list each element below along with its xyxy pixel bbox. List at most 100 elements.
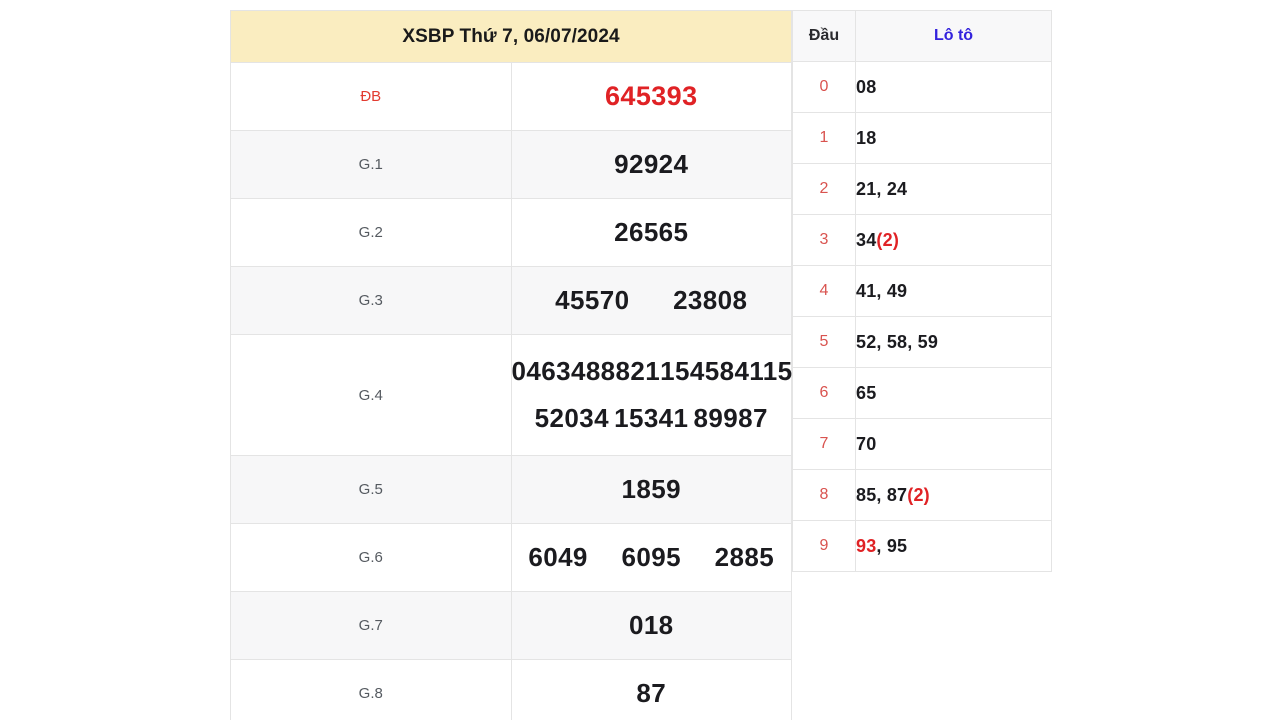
lottery-results-page: XSBP Thứ 7, 06/07/2024 ĐB 645393 G.1 92924 G… bbox=[0, 0, 1280, 720]
prize-number: 23808 bbox=[673, 285, 748, 315]
loto-values-cell: 34(2) bbox=[855, 214, 1052, 266]
prize-number: 645393 bbox=[605, 81, 698, 111]
prize-row: ĐB 645393 bbox=[230, 62, 792, 131]
loto-values-cell: 18 bbox=[855, 112, 1052, 164]
prize-numbers-cell: 26565 bbox=[510, 198, 792, 267]
loto-row: 8 85, 87(2) bbox=[792, 469, 1052, 521]
loto-separator: , bbox=[876, 331, 887, 352]
prize-numbers-cell: 87 bbox=[510, 659, 792, 720]
prize-number: 88821 bbox=[585, 356, 661, 386]
prize-label: G.7 bbox=[230, 591, 512, 660]
loto-number: 21 bbox=[856, 178, 877, 199]
loto-number: 59 bbox=[917, 331, 939, 352]
prize-number: 2885 bbox=[714, 542, 775, 572]
prize-number: 52034 bbox=[534, 403, 609, 433]
prize-row: G.6 6049 6095 2885 bbox=[230, 523, 792, 592]
loto-row: 4 41, 49 bbox=[792, 265, 1052, 317]
loto-dau-value: 1 bbox=[792, 112, 856, 164]
loto-dau-value: 2 bbox=[792, 163, 856, 215]
prize-numbers-cell: 645393 bbox=[510, 62, 792, 131]
loto-header-loto: Lô tô bbox=[855, 10, 1052, 62]
prize-row: G.8 87 bbox=[230, 659, 792, 720]
prize-number: 04634 bbox=[511, 356, 586, 386]
prize-label: G.3 bbox=[230, 266, 512, 335]
loto-number: 41 bbox=[856, 280, 877, 301]
loto-number: 49 bbox=[886, 280, 908, 301]
loto-header-row: Đầu Lô tô bbox=[792, 10, 1052, 62]
prize-rows-container: ĐB 645393 G.1 92924 G.2 26565 G.3 45570 23808 G.4… bbox=[230, 62, 807, 720]
prize-number-line: 52034 15341 89987 bbox=[512, 403, 792, 434]
loto-table: Đầu Lô tô 0 08 1 18 2 21, 24 3 34(2) 4 41, 49 5 52,… bbox=[792, 10, 1052, 572]
loto-number: 95 bbox=[886, 535, 908, 556]
prize-row: G.2 26565 bbox=[230, 198, 792, 267]
loto-duplicate-count: (2) bbox=[907, 484, 930, 505]
prize-number-line: 645393 bbox=[512, 81, 792, 112]
loto-separator: , bbox=[876, 178, 887, 199]
loto-values-cell: 70 bbox=[855, 418, 1052, 470]
prize-label: G.1 bbox=[230, 130, 512, 199]
loto-dau-value: 9 bbox=[792, 520, 856, 572]
loto-row: 1 18 bbox=[792, 112, 1052, 164]
prize-number: 15458 bbox=[660, 356, 735, 386]
loto-dau-value: 6 bbox=[792, 367, 856, 419]
prize-number: 6095 bbox=[621, 542, 681, 572]
loto-dau-value: 0 bbox=[792, 61, 856, 113]
prize-row: G.1 92924 bbox=[230, 130, 792, 199]
prize-row: G.3 45570 23808 bbox=[230, 266, 792, 335]
loto-row: 0 08 bbox=[792, 61, 1052, 113]
prize-number: 15341 bbox=[614, 403, 689, 433]
loto-number: 24 bbox=[886, 178, 908, 199]
loto-values-cell: 85, 87(2) bbox=[855, 469, 1052, 521]
prize-number: 45570 bbox=[555, 285, 630, 315]
loto-row: 3 34(2) bbox=[792, 214, 1052, 266]
prize-numbers-cell: 6049 6095 2885 bbox=[510, 523, 792, 592]
loto-number: 85 bbox=[856, 484, 877, 505]
loto-values-cell: 41, 49 bbox=[855, 265, 1052, 317]
prize-label: G.2 bbox=[230, 198, 512, 267]
loto-row: 7 70 bbox=[792, 418, 1052, 470]
prize-numbers-cell: 45570 23808 bbox=[510, 266, 792, 335]
loto-values-cell: 21, 24 bbox=[855, 163, 1052, 215]
prize-row: G.7 018 bbox=[230, 591, 792, 660]
loto-number: 52 bbox=[856, 331, 877, 352]
prize-table-body: XSBP Thứ 7, 06/07/2024 bbox=[230, 10, 792, 63]
loto-number: 34 bbox=[856, 229, 877, 250]
loto-values-cell: 08 bbox=[855, 61, 1052, 113]
prize-label: G.8 bbox=[230, 659, 512, 720]
prize-label: G.4 bbox=[230, 334, 512, 456]
prize-label: G.5 bbox=[230, 455, 512, 524]
prize-number: 89987 bbox=[693, 403, 768, 433]
prize-numbers-cell: 04634 88821 15458 41152 52034 15341 89987 bbox=[510, 334, 807, 456]
loto-row: 9 93, 95 bbox=[792, 520, 1052, 572]
loto-number: 65 bbox=[856, 382, 877, 403]
prize-number-line: 1859 bbox=[512, 474, 792, 505]
loto-values-cell: 93, 95 bbox=[855, 520, 1052, 572]
loto-dau-value: 5 bbox=[792, 316, 856, 368]
loto-row: 2 21, 24 bbox=[792, 163, 1052, 215]
loto-values-cell: 52, 58, 59 bbox=[855, 316, 1052, 368]
loto-dau-value: 8 bbox=[792, 469, 856, 521]
prize-number-line: 87 bbox=[512, 678, 792, 709]
prize-numbers-cell: 92924 bbox=[510, 130, 792, 199]
loto-separator: , bbox=[876, 484, 887, 505]
prize-number: 018 bbox=[628, 610, 674, 640]
prize-table-title-row: XSBP Thứ 7, 06/07/2024 bbox=[230, 10, 792, 63]
prize-row: G.4 04634 88821 15458 41152 52034 15341 89987 bbox=[230, 334, 807, 456]
prize-number: 6049 bbox=[528, 542, 588, 572]
prize-row: G.5 1859 bbox=[230, 455, 792, 524]
prize-label: G.6 bbox=[230, 523, 512, 592]
prize-numbers-cell: 1859 bbox=[510, 455, 792, 524]
loto-dau-value: 7 bbox=[792, 418, 856, 470]
loto-number: 58 bbox=[886, 331, 908, 352]
loto-dau-value: 3 bbox=[792, 214, 856, 266]
prize-number: 26565 bbox=[614, 217, 689, 247]
prize-results-table: XSBP Thứ 7, 06/07/2024 ĐB 645393 G.1 92924 G… bbox=[230, 10, 807, 720]
loto-separator: , bbox=[876, 280, 887, 301]
loto-rows-container: 0 08 1 18 2 21, 24 3 34(2) 4 41, 49 5 52, 58, 59 6 65… bbox=[792, 61, 1052, 572]
loto-duplicate-count: (2) bbox=[876, 229, 900, 250]
prize-number-line: 6049 6095 2885 bbox=[512, 542, 792, 573]
loto-table-head: Đầu Lô tô bbox=[792, 10, 1052, 62]
prize-number-line: 45570 23808 bbox=[512, 285, 792, 316]
loto-number: 87 bbox=[886, 484, 908, 505]
loto-dau-value: 4 bbox=[792, 265, 856, 317]
